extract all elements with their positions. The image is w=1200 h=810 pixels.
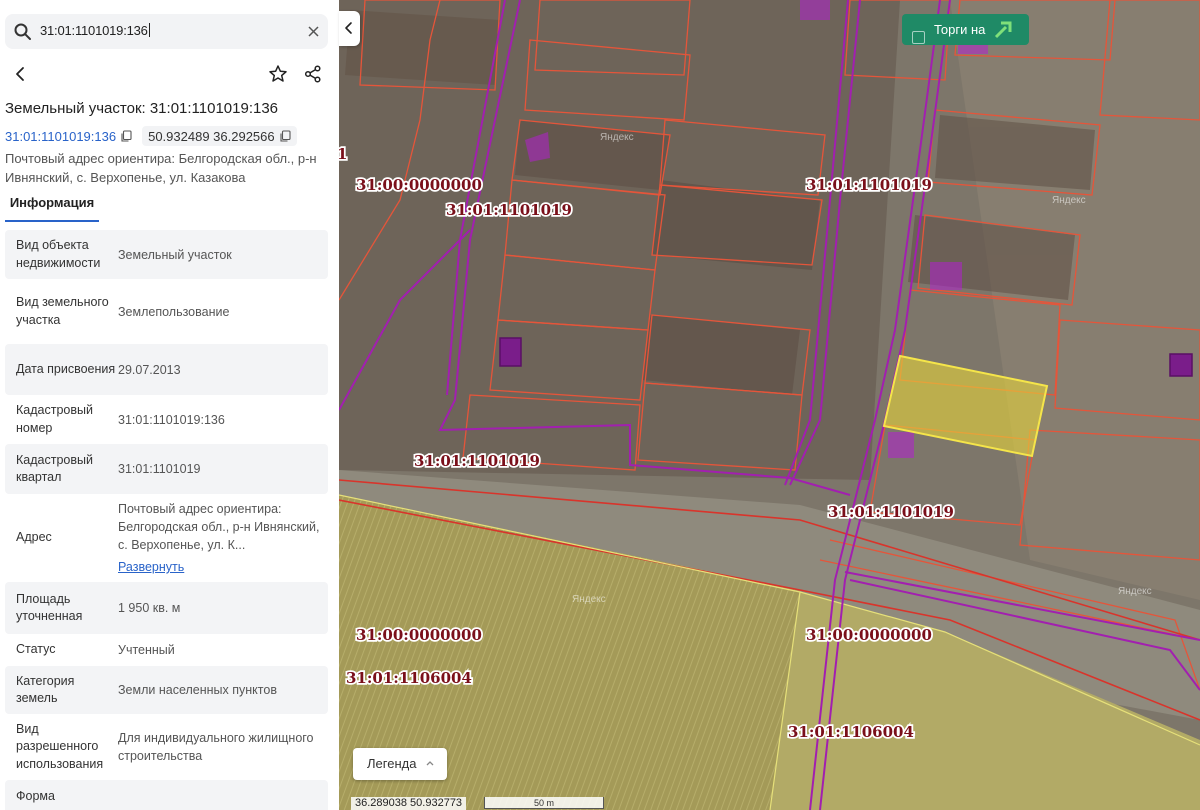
property-value: 1 950 кв. м [118,601,181,615]
expand-link[interactable]: Развернуть [118,558,320,576]
cadastral-number-link[interactable]: 31:01:1101019:136 [5,126,132,146]
property-key: Кадастровый квартал [16,452,93,485]
auctions-label: Торги на [934,22,986,37]
map-watermark: Яндекс [1052,195,1086,206]
coordinates-text: 50.932489 36.292566 [148,128,275,144]
back-button[interactable] [5,58,37,90]
quarter-label: 31:01:1101019 [828,503,954,521]
copy-icon[interactable] [279,130,291,142]
auctions-toggle[interactable]: Торги на [902,14,1029,45]
collapse-panel-button[interactable] [339,11,360,46]
search-icon [14,23,31,40]
property-key: Статус [16,642,56,657]
zone-marker-dark [499,337,522,367]
arrow-icon [994,21,1012,39]
property-value: Землепользование [118,304,230,319]
share-icon [304,65,321,83]
map-watermark: Яндекс [600,132,634,143]
property-key: Адрес [16,530,52,545]
tab-information[interactable]: Информация [5,190,99,222]
quarter-label: 31:01:1101019 [414,452,540,470]
share-button[interactable] [297,58,329,90]
property-key: Вид объекта недвижимости [16,238,101,270]
favorite-button[interactable] [262,58,294,90]
info-panel: 31:01:1101019:136 Земельный участок: 31:… [0,0,339,810]
map-watermark: Яндекс [572,594,606,605]
table-row: Дата присвоения 29.07.2013 [5,344,328,395]
property-value: Земли населенных пунктов [118,683,277,697]
object-title: Земельный участок: 31:01:1101019:136 [5,100,279,117]
table-row: Адрес Почтовый адрес ориентира: Белгород… [5,494,328,582]
table-row: Категория земель Земли населенных пункто… [5,666,328,714]
close-icon[interactable] [306,24,321,39]
table-row: Вид разрешенного использования Для индив… [5,714,328,780]
property-key: Вид земельного участка [16,295,109,327]
table-row: Площадь уточненная 1 950 кв. м [5,582,328,634]
cadastral-number-text: 31:01:1101019:136 [5,128,117,144]
chevron-left-icon [345,22,352,34]
chevron-up-icon [426,761,434,766]
property-key: Кадастровый номер [16,403,93,435]
property-value: 29.07.2013 [118,362,181,377]
scale-bar: 50 m [484,797,604,809]
property-key: Категория земель [16,673,75,706]
quarter-label: 31:00:0000000 [356,626,482,644]
quarter-label: 31:01:1106004 [346,669,472,687]
property-value: 31:01:1101019:136 [118,412,225,427]
star-icon [269,65,287,82]
properties-table: Вид объекта недвижимости Земельный участ… [5,230,328,810]
quarter-label: 31:00:0000000 [356,176,482,194]
property-key: Форма [16,789,55,803]
coordinates-chip[interactable]: 50.932489 36.292566 [142,126,297,146]
quarter-label: 31:01:1101019 [806,176,932,194]
quarter-label: 31:01:1101019 [446,201,572,219]
table-row: Кадастровый квартал 31:01:1101019 [5,444,328,494]
table-row: Кадастровый номер 31:01:1101019:136 [5,395,328,444]
cadastral-map[interactable]: Яндекс Яндекс Яндекс Яндекс 1 31:00:0000… [339,0,1200,810]
cursor-coordinates: 36.289038 50.932773 [351,797,467,810]
postal-address: Почтовый адрес ориентира: Белгородская о… [5,151,317,185]
property-value: Земельный участок [118,247,232,262]
property-key: Площадь уточненная [16,591,83,624]
legend-label: Легенда [367,756,417,771]
quarter-label-fragment: 1 [339,145,347,163]
search-input[interactable]: 31:01:1101019:136 [40,23,150,38]
checkbox[interactable] [912,31,925,44]
map-watermark: Яндекс [1118,586,1152,597]
chevron-left-icon [16,67,24,81]
search-bar[interactable]: 31:01:1101019:136 [5,14,328,49]
property-key: Вид разрешенного использования [16,721,104,771]
property-value: Почтовый адрес ориентира: Белгородская о… [118,502,320,552]
table-row: Форма [5,780,328,810]
copy-icon[interactable] [120,130,132,142]
table-row: Вид земельного участка Землепользование [5,279,328,344]
zone-marker-dark [1169,353,1193,377]
table-row: Вид объекта недвижимости Земельный участ… [5,230,328,279]
property-value: Для индивидуального жилищного строительс… [118,731,314,763]
property-key: Дата присвоения [16,361,116,376]
table-row: Статус Учтенный [5,634,328,666]
legend-button[interactable]: Легенда [353,748,447,780]
property-value: Учтенный [118,643,175,657]
quarter-label: 31:00:0000000 [806,626,932,644]
quarter-label: 31:01:1106004 [788,723,914,741]
property-value: 31:01:1101019 [118,462,201,476]
map-canvas[interactable]: Яндекс Яндекс Яндекс Яндекс 1 31:00:0000… [339,0,1200,810]
